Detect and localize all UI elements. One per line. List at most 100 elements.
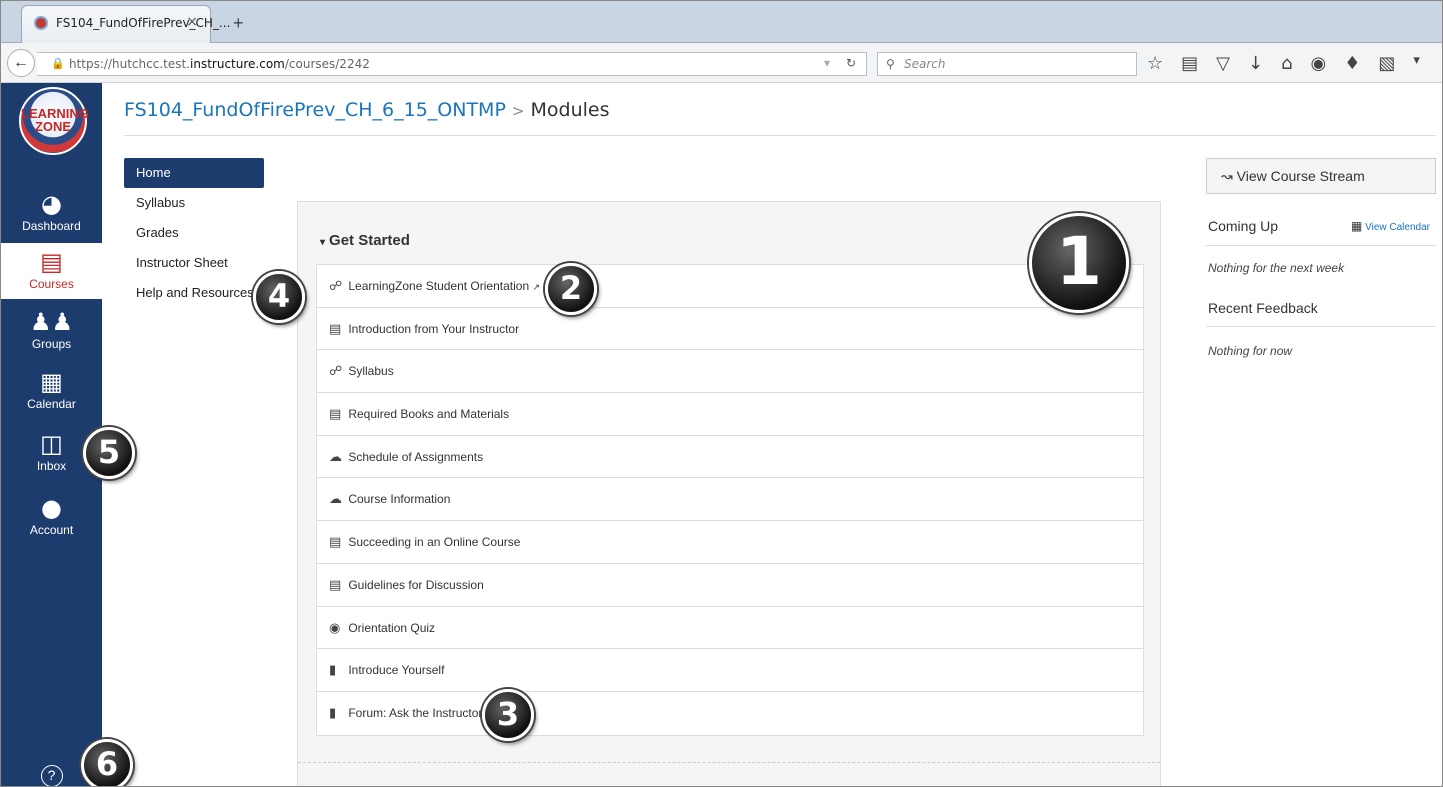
clipboard-icon[interactable]: ▧ [1378, 53, 1395, 75]
module-item[interactable]: ☁ Course Information [317, 478, 1143, 522]
course-nav-instructor-sheet[interactable]: Instructor Sheet [124, 248, 264, 278]
callout-badge-4: 4 [253, 271, 305, 323]
module-item[interactable]: ☁ Schedule of Assignments [317, 436, 1143, 479]
callout-badge-6: 6 [81, 739, 133, 786]
view-calendar-label: View Calendar [1365, 222, 1430, 233]
chart-icon: ↝ [1221, 169, 1233, 185]
callout-badge-1: 1 [1029, 213, 1129, 313]
module-item-label: Schedule of Assignments [348, 449, 484, 464]
callout-badge-3: 3 [482, 689, 534, 741]
reading-list-icon[interactable]: ▤ [1181, 53, 1198, 75]
nav-account[interactable]: ● Account [1, 491, 102, 547]
new-tab-button[interactable]: + [233, 13, 244, 34]
nav-account-label: Account [29, 523, 74, 537]
tab-close-button[interactable]: × [186, 14, 198, 30]
header-divider [124, 135, 1436, 136]
breadcrumb: FS104_FundOfFirePrev_CH_6_15_ONTMP > Modul… [124, 99, 609, 121]
module-panel: ▾ Get Started ☍ LearningZone Student Orie… [297, 201, 1161, 786]
lock-icon: 🔒 [51, 57, 65, 70]
discussion-icon: ▮ [329, 663, 337, 679]
module-item[interactable]: ▮ Introduce Yourself [317, 649, 1143, 692]
pocket-icon[interactable]: ▽ [1216, 53, 1230, 75]
discussion-icon: ▮ [329, 705, 337, 721]
module-item[interactable]: ☍ LearningZone Student Orientation ↗ [317, 265, 1143, 308]
nav-courses-label: Courses [29, 277, 74, 291]
nav-groups[interactable]: ♟♟ Groups [1, 305, 102, 359]
recent-feedback-divider [1206, 326, 1436, 327]
search-input[interactable]: ⚲ Search [877, 52, 1137, 76]
back-button[interactable]: ← [7, 49, 35, 77]
module-item[interactable]: ◉ Orientation Quiz [317, 607, 1143, 650]
learningzone-logo[interactable]: LEARNING ZONE [19, 87, 89, 155]
breadcrumb-current: Modules [530, 99, 610, 121]
quiz-icon: ◉ [329, 620, 341, 636]
page-icon: ▤ [329, 321, 342, 337]
menu-dropdown-icon[interactable]: ▾ [1413, 53, 1420, 75]
tab-title: FS104_FundOfFirePrev_CH_... [56, 16, 231, 30]
callout-badge-5: 5 [83, 427, 135, 479]
search-icon: ⚲ [886, 57, 895, 71]
module-item[interactable]: ▤ Required Books and Materials [317, 393, 1143, 436]
external-link-icon: ↗ [532, 282, 541, 292]
collapse-icon[interactable]: ▾ [320, 237, 325, 248]
breadcrumb-separator: > [511, 102, 525, 120]
module-item-label: Introduction from Your Instructor [348, 321, 520, 336]
nav-dashboard[interactable]: ◕ Dashboard [1, 185, 102, 239]
module-item[interactable]: ▤ Guidelines for Discussion [317, 564, 1143, 607]
module-item[interactable]: ▤ Introduction from Your Instructor [317, 308, 1143, 351]
callout-badge-2: 2 [545, 263, 597, 315]
module-item[interactable]: ▤ Succeeding in an Online Course [317, 521, 1143, 564]
nav-groups-label: Groups [31, 337, 72, 351]
module-item-label: Guidelines for Discussion [348, 577, 484, 592]
home-icon[interactable]: ⌂ [1281, 53, 1292, 75]
module-item-list: ☍ LearningZone Student Orientation ↗ ▤ I… [316, 264, 1144, 736]
reload-icon[interactable]: ↻ [846, 56, 856, 70]
courses-icon: ▤ [40, 248, 63, 276]
url-bar[interactable]: 🔒 https://hutchcc.test.instructure.com/c… [37, 52, 867, 76]
cloud-icon: ☁ [329, 492, 342, 508]
coming-up-divider [1206, 245, 1436, 246]
course-navigation: Home Syllabus Grades Instructor Sheet He… [124, 158, 264, 308]
help-icon: ? [40, 765, 63, 786]
course-nav-grades[interactable]: Grades [124, 218, 264, 248]
extension-icon[interactable]: ♦ [1344, 53, 1360, 75]
nav-courses[interactable]: ▤ Courses [1, 243, 102, 299]
url-text: https://hutchcc.test.instructure.com/cou… [69, 57, 370, 71]
page-icon: ▤ [329, 577, 342, 593]
browser-tab[interactable]: FS104_FundOfFirePrev_CH_... × [21, 5, 230, 43]
breadcrumb-course-link[interactable]: FS104_FundOfFirePrev_CH_6_15_ONTMP [124, 99, 506, 121]
favicon-icon [34, 16, 48, 30]
page-icon: ▤ [329, 407, 342, 423]
module-item-label: Orientation Quiz [348, 620, 436, 635]
download-icon[interactable]: ↓ [1248, 53, 1263, 75]
module-item-label: Introduce Yourself [348, 663, 445, 678]
link-icon: ☍ [329, 364, 343, 380]
url-dropdown-icon[interactable]: ▾ [824, 56, 830, 70]
page-icon: ▤ [329, 535, 342, 551]
coming-up-note: Nothing for the next week [1208, 261, 1345, 275]
nav-dashboard-label: Dashboard [22, 219, 81, 233]
module-item-label: Forum: Ask the Instructor [348, 705, 483, 720]
nav-inbox-label: Inbox [36, 459, 67, 473]
search-placeholder: Search [904, 57, 946, 71]
nav-calendar-label: Calendar [27, 397, 76, 411]
nav-calendar[interactable]: ▦ Calendar [1, 365, 102, 421]
dashboard-icon: ◕ [41, 190, 62, 218]
stream-button-label: View Course Stream [1236, 168, 1365, 184]
chat-icon[interactable]: ◉ [1311, 53, 1327, 75]
course-nav-help-resources[interactable]: Help and Resources [124, 278, 264, 308]
bookmark-star-icon[interactable]: ☆ [1147, 53, 1163, 75]
calendar-small-icon: ▦ [1351, 219, 1363, 233]
groups-icon: ♟♟ [29, 308, 74, 336]
browser-window: FS104_FundOfFirePrev_CH_... × + ← 🔒 http… [0, 0, 1443, 787]
module-item[interactable]: ☍ Syllabus [317, 350, 1143, 394]
view-calendar-link[interactable]: ▦ View Calendar [1351, 219, 1430, 233]
view-course-stream-button[interactable]: ↝ View Course Stream [1206, 158, 1436, 194]
course-nav-home[interactable]: Home [124, 158, 264, 188]
account-icon: ● [41, 494, 62, 522]
module-item-label: Succeeding in an Online Course [348, 535, 521, 550]
course-nav-syllabus[interactable]: Syllabus [124, 188, 264, 218]
module-item[interactable]: ▮ Forum: Ask the Instructor [317, 692, 1143, 735]
calendar-icon: ▦ [40, 368, 63, 396]
module-header[interactable]: ▾ Get Started [320, 232, 410, 249]
